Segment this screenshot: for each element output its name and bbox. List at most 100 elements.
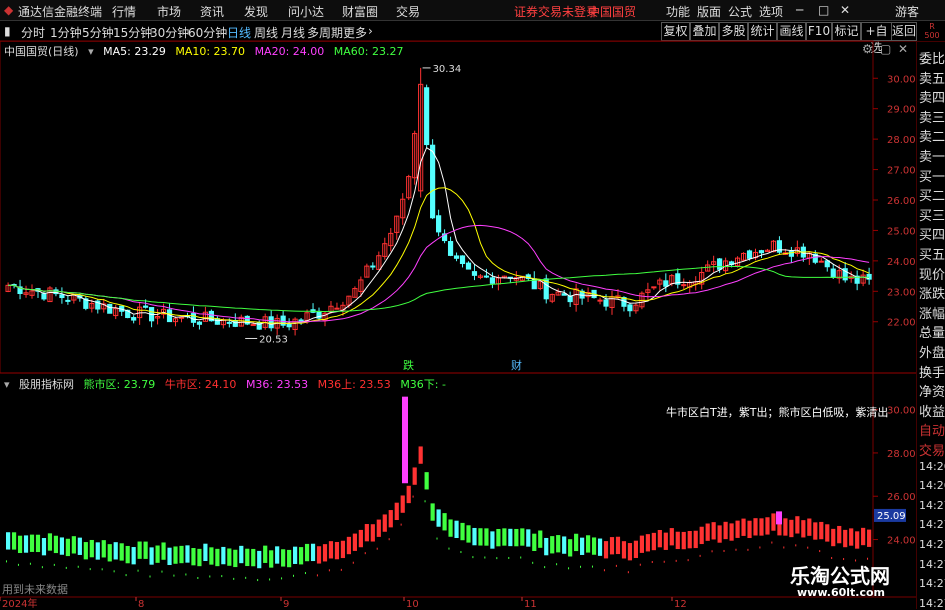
indicator-note: 牛市区白T进，紫T出；熊市区白低吸，紫清出 (666, 406, 889, 419)
y-tick-label: 28.00 (887, 135, 916, 146)
indicator-bar (41, 538, 47, 556)
indicator-bar (29, 534, 35, 552)
indicator-bar (603, 541, 609, 559)
indicator-bar (568, 539, 573, 557)
indicator-bar (424, 472, 429, 490)
indicator-bar (316, 546, 322, 564)
candle-body (250, 324, 256, 327)
candle-body (453, 255, 460, 259)
indicator-dot (556, 563, 558, 566)
indicator-dot (591, 565, 593, 568)
indicator-bar (831, 528, 836, 547)
indicator-bar (221, 546, 226, 565)
indicator-dot (149, 575, 151, 578)
indicator-bar (711, 522, 716, 540)
side-panel-label: 现价 (919, 267, 945, 283)
legend-toggle-icon[interactable]: ▾ (88, 45, 94, 58)
settings-gear-icon[interactable]: ⚙ (862, 42, 873, 56)
indicator-dot (783, 546, 785, 549)
indicator-bar (532, 533, 537, 552)
indicator-bar (795, 516, 800, 534)
side-panel-label: 收益 (919, 404, 945, 420)
indicator-bar (669, 528, 674, 546)
expand-icon[interactable]: ▢ (880, 42, 891, 56)
indicator-bar (149, 547, 154, 565)
x-tick-label: 9 (283, 599, 289, 609)
candle-body (483, 275, 490, 278)
indicator-bar (765, 517, 770, 535)
indicator-bar (269, 550, 274, 568)
ma10-line (8, 187, 870, 325)
indicator-dot (41, 566, 43, 569)
side-panel-label: 14:27 (919, 557, 945, 571)
sub-chart-title: 股朋指标网 (19, 378, 75, 391)
indicator-bar (597, 538, 603, 556)
side-panel-label: 14:26 (919, 459, 945, 473)
sub-indicator-icon[interactable]: ▾ (4, 378, 10, 391)
indicator-bar (466, 525, 471, 543)
indicator-bar (639, 535, 644, 553)
side-panel-r500[interactable]: R 500 (919, 22, 945, 40)
indicator-bar (275, 546, 280, 564)
candle-body (447, 241, 454, 256)
indicator-dot (699, 554, 701, 557)
indicator-bar (849, 528, 854, 546)
candle-body (196, 321, 203, 325)
indicator-bar (807, 518, 812, 536)
indicator-dot (209, 575, 211, 578)
candlestick-chart[interactable]: 30.00 29.00 28.00 27.00 26.00 25.00 24.00 23.00… (0, 0, 945, 609)
indicator-bar (526, 529, 531, 547)
indicator-bar (681, 531, 686, 550)
indicator-bar (837, 525, 842, 544)
indicator-bar (310, 543, 316, 562)
chart-close-icon[interactable]: ✕ (898, 42, 908, 56)
indicator-dot (17, 563, 19, 566)
main-chart-title: 中国国贸(日线) (4, 45, 79, 58)
y-tick-label: 24.00 (887, 257, 916, 268)
indicator-dot (293, 574, 295, 577)
candle-body (370, 265, 376, 268)
legend-ma10: MA10: 23.70 (175, 45, 246, 58)
candle-body (681, 284, 687, 287)
indicator-bar (783, 518, 788, 536)
side-panel-label: 委比 (919, 52, 945, 67)
indicator-bar (119, 543, 124, 561)
indicator-bar (376, 519, 381, 537)
indicator-bar (585, 535, 591, 553)
y-tick-label: 27.00 (887, 166, 916, 177)
indicator-dot (472, 556, 474, 559)
side-panel-label: 卖二 (919, 130, 945, 146)
x-tick-label: 8 (138, 599, 144, 609)
candle-body (334, 307, 340, 310)
side-panel-label: 14:27 (919, 596, 945, 610)
indicator-dot (388, 538, 390, 541)
candle-body (41, 293, 47, 300)
indicator-dot (376, 547, 378, 550)
indicator-bar (693, 530, 698, 549)
indicator-bar (6, 532, 11, 550)
signal-spike (402, 396, 408, 484)
indicator-dot (615, 564, 617, 567)
indicator-bar (627, 543, 633, 561)
y-tick-label: 22.00 (887, 318, 916, 329)
indicator-bar (328, 541, 334, 559)
indicator-bar (131, 547, 136, 565)
indicator-bar (107, 544, 112, 562)
indicator-bar (538, 530, 543, 548)
side-panel-label: 14:27 (919, 538, 945, 551)
indicator-bar (436, 509, 441, 527)
indicator-bar (65, 538, 70, 557)
candle-body (298, 319, 304, 322)
indicator-dot (77, 565, 79, 568)
indicator-dot (759, 546, 761, 549)
indicator-bar (281, 549, 286, 567)
side-panel-label: 14:26 (919, 479, 945, 493)
indicator-bar (729, 523, 734, 541)
indicator-dot (89, 568, 91, 571)
indicator-bar (759, 518, 764, 536)
x-tick-label: 10 (406, 599, 419, 609)
indicator-bar (550, 536, 555, 554)
indicator-bar (663, 532, 668, 550)
indicator-bar (59, 537, 64, 555)
candle-body (107, 303, 113, 314)
